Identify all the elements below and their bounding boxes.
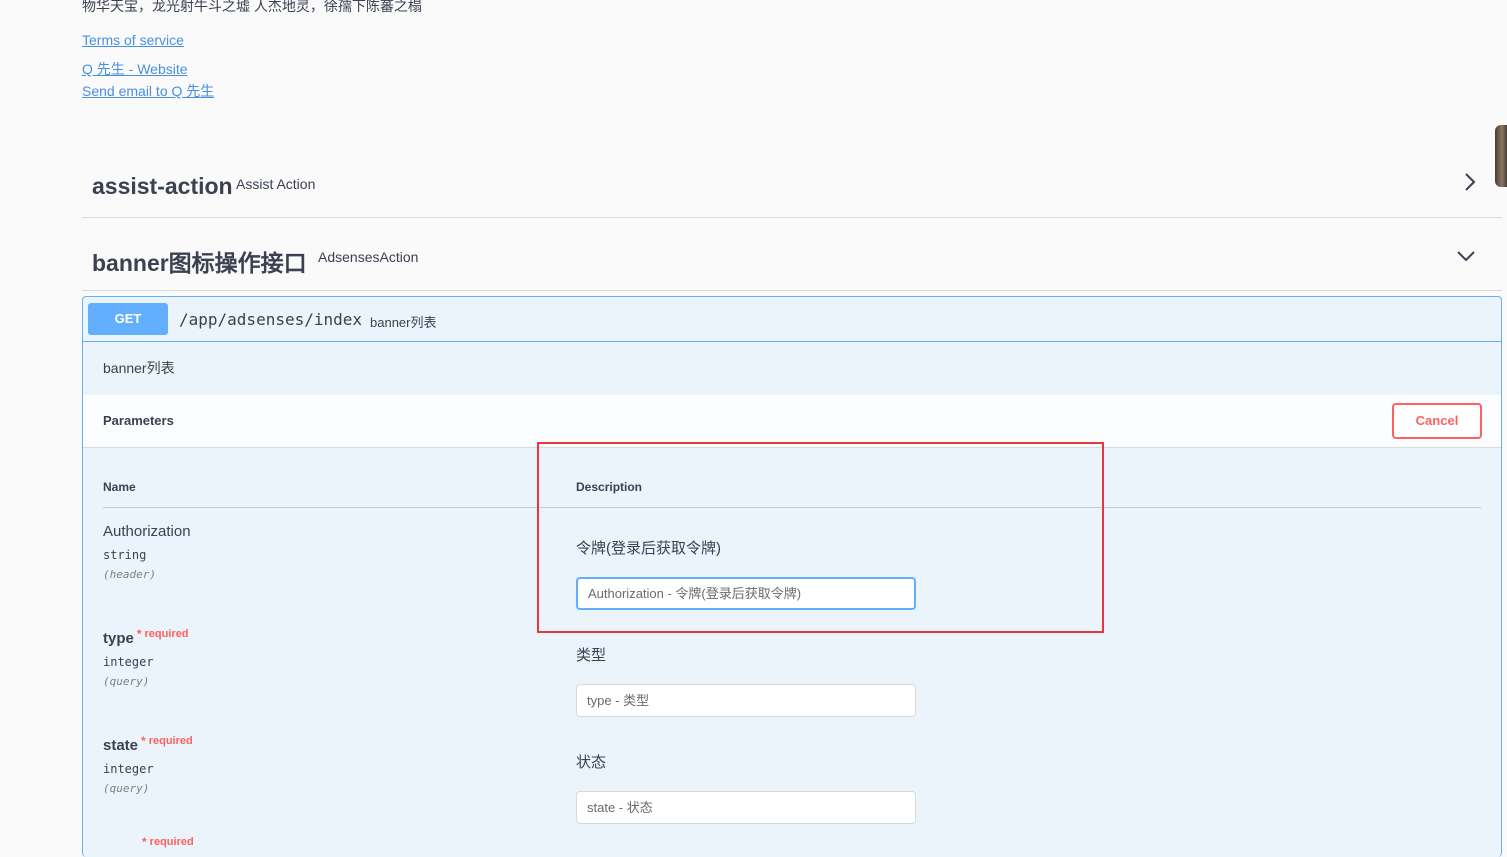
required-star: * bbox=[136, 627, 142, 641]
parameters-title: Parameters bbox=[103, 413, 174, 428]
param-type: string bbox=[103, 548, 147, 562]
required-star: * bbox=[141, 734, 146, 748]
param-description: 令牌(登录后获取令牌) bbox=[576, 540, 721, 557]
method-badge: GET bbox=[88, 303, 168, 335]
operation-summary[interactable]: GET /app/adsenses/index banner列表 bbox=[83, 297, 1501, 342]
param-location: (query) bbox=[103, 782, 150, 795]
tag-section-banner[interactable]: banner图标操作接口 AdsensesAction bbox=[82, 218, 1502, 291]
param-type: integer bbox=[103, 762, 154, 776]
type-input[interactable] bbox=[576, 684, 916, 717]
required-label: required bbox=[144, 628, 189, 640]
state-input[interactable] bbox=[576, 791, 916, 824]
col-header-description: Description bbox=[576, 480, 643, 494]
operation-path: /app/adsenses/index bbox=[179, 310, 363, 329]
operation-description: banner列表 bbox=[103, 360, 175, 376]
table-header-divider bbox=[103, 507, 1481, 508]
chevron-right-icon[interactable] bbox=[1464, 172, 1476, 192]
tag-section-assist-action[interactable]: assist-action Assist Action bbox=[82, 145, 1502, 218]
required-label: required bbox=[149, 836, 194, 848]
api-description: 物华天宝，龙光射牛斗之墟 人杰地灵，徐孺下陈蕃之榻 bbox=[82, 0, 422, 14]
param-name: type bbox=[103, 630, 134, 647]
operation-block: GET /app/adsenses/index banner列表 banner列… bbox=[82, 296, 1502, 857]
required-label: required bbox=[148, 735, 193, 747]
param-type: integer bbox=[103, 655, 154, 669]
website-link[interactable]: Q 先生 - Website bbox=[82, 59, 188, 79]
param-name: state bbox=[103, 737, 139, 754]
terms-of-service-link[interactable]: Terms of service bbox=[82, 32, 184, 48]
param-location: (header) bbox=[103, 568, 156, 581]
operation-summary-text: banner列表 bbox=[370, 315, 437, 330]
param-description: 状态 bbox=[576, 754, 607, 771]
param-name-row: state * required bbox=[103, 734, 193, 754]
parameters-header: Parameters Cancel bbox=[83, 395, 1501, 448]
edge-image-fragment bbox=[1495, 125, 1507, 187]
cancel-button[interactable]: Cancel bbox=[1392, 403, 1482, 439]
tag-description: AdsensesAction bbox=[318, 249, 419, 265]
param-name-row: type * required bbox=[103, 627, 189, 647]
tag-description: Assist Action bbox=[236, 176, 316, 192]
tag-name: banner图标操作接口 bbox=[92, 250, 307, 276]
col-header-name: Name bbox=[103, 480, 136, 494]
tag-name: assist-action bbox=[92, 173, 233, 199]
authorization-input[interactable] bbox=[576, 577, 916, 610]
param-location: (query) bbox=[103, 675, 150, 688]
chevron-down-icon[interactable] bbox=[1456, 250, 1476, 262]
send-email-link[interactable]: Send email to Q 先生 bbox=[82, 81, 214, 101]
param-description: 类型 bbox=[576, 647, 607, 664]
param-name: Authorization bbox=[103, 523, 191, 540]
